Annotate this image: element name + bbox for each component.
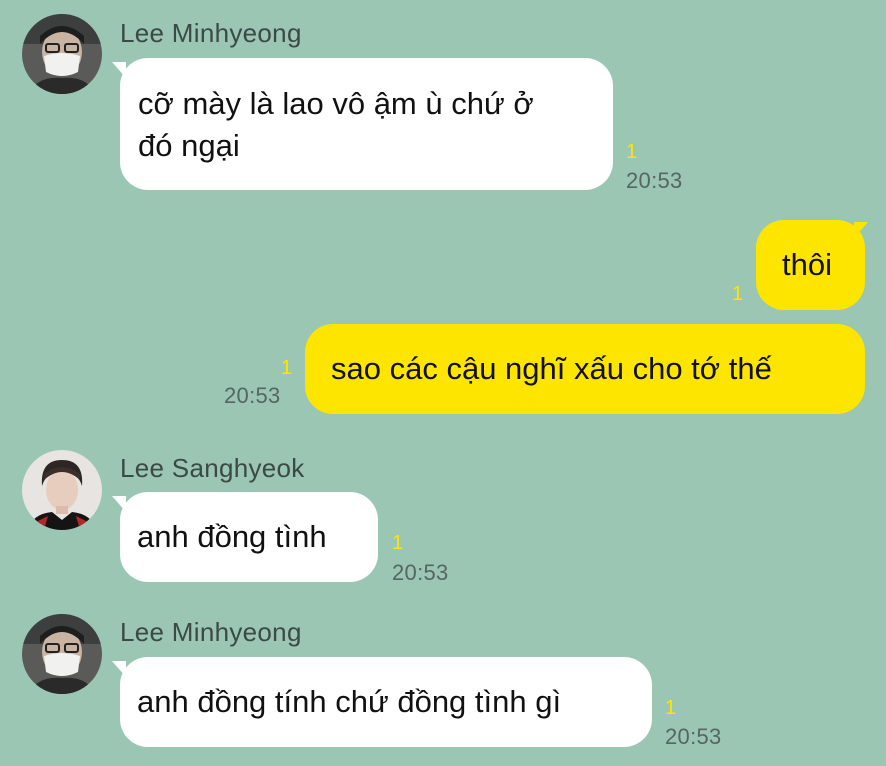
message-bubble[interactable]: anh đồng tình [120, 492, 378, 582]
profile-photo-icon [22, 450, 102, 530]
message-text-line: đó ngại [138, 128, 240, 163]
profile-photo-icon [22, 14, 102, 94]
unread-count: 1 [732, 283, 744, 305]
avatar-lee-sanghyeok[interactable] [22, 450, 102, 530]
sender-name: Lee Minhyeong [120, 18, 302, 48]
message-bubble[interactable]: anh đồng tính chứ đồng tình gì [120, 657, 652, 747]
message-bubble[interactable]: cỡ mày là lao vô ậm ù chứ ở đó ngại [120, 58, 613, 190]
message-text: cỡ mày là lao vô ậm ù chứ ở đó ngại [138, 83, 595, 167]
message-text-line: cỡ mày là lao vô ậm ù chứ ở [138, 86, 534, 121]
avatar-lee-minhyeong[interactable] [22, 14, 102, 94]
sender-name: Lee Minhyeong [120, 617, 302, 647]
chat-room: Lee Minhyeong cỡ mày là lao vô ậm ù chứ … [0, 0, 886, 766]
message-text: anh đồng tính chứ đồng tình gì [137, 684, 562, 719]
message-time: 20:53 [224, 383, 281, 408]
avatar-lee-minhyeong[interactable] [22, 614, 102, 694]
message-text: sao các cậu nghĩ xấu cho tớ thế [331, 351, 772, 386]
message-time: 20:53 [626, 168, 683, 193]
message-text: anh đồng tình [137, 519, 327, 554]
unread-count: 1 [665, 697, 677, 719]
message-time: 20:53 [665, 724, 722, 749]
message-bubble[interactable]: thôi [756, 220, 865, 310]
unread-count: 1 [626, 141, 638, 163]
unread-count: 1 [392, 532, 404, 554]
profile-photo-icon [22, 614, 102, 694]
message-text: thôi [782, 247, 832, 282]
message-bubble[interactable]: sao các cậu nghĩ xấu cho tớ thế [305, 324, 865, 414]
unread-count: 1 [281, 357, 293, 379]
sender-name: Lee Sanghyeok [120, 453, 305, 483]
message-time: 20:53 [392, 560, 449, 585]
